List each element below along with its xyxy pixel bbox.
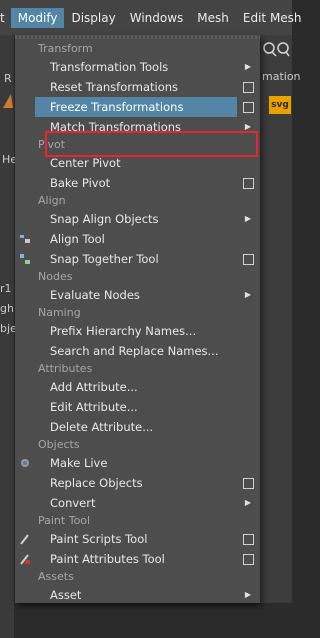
tear-off-handle[interactable] [15,35,260,39]
menu-item-match-transformations[interactable]: Match Transformations ▶ [15,117,260,137]
menu-item-add-attribute[interactable]: Add Attribute... [15,377,260,397]
menu-item-freeze-transformations[interactable]: Freeze Transformations [35,97,254,117]
menu-item-label: Reset Transformations [50,80,179,94]
option-box-icon[interactable] [243,534,254,545]
make-live-icon [21,459,29,467]
menu-item-search-replace-names[interactable]: Search and Replace Names... [15,341,260,361]
menu-item-convert[interactable]: Convert ▶ [15,493,260,513]
section-transform: Transform [38,42,93,55]
option-box-icon[interactable] [243,554,254,565]
menu-item-center-pivot[interactable]: Center Pivot [15,153,260,173]
submenu-arrow-icon: ▶ [244,122,251,131]
menu-item-label: Delete Attribute... [50,420,154,434]
section-attributes: Attributes [38,362,93,375]
option-box-icon[interactable] [243,478,254,489]
svg-shelf-button[interactable]: svg [269,96,291,114]
menu-item-label: Make Live [50,456,108,470]
section-pivot: Pivot [38,138,66,151]
option-box-icon[interactable] [243,254,254,265]
menu-item-label: Freeze Transformations [50,100,184,114]
right-panel [260,35,292,603]
shelf-cone-icon [3,94,13,108]
menu-item-label: Replace Objects [50,476,143,490]
option-box-icon[interactable] [243,178,254,189]
menu-item-label: Snap Align Objects [50,212,159,226]
snap-together-icon [20,254,30,264]
section-align: Align [38,194,66,207]
menu-item-label: Paint Scripts Tool [50,532,148,546]
submenu-arrow-icon: ▶ [244,214,251,223]
menu-item-label: Prefix Hierarchy Names... [50,324,197,338]
menu-item-make-live[interactable]: Make Live [15,453,260,473]
menu-item-label: Transformation Tools [50,60,169,74]
align-tool-icon [20,235,30,243]
menu-item-asset[interactable]: Asset ▶ [15,585,260,605]
menu-t[interactable]: t [0,8,11,28]
option-box-icon[interactable] [243,82,254,93]
option-box-icon[interactable] [243,102,254,113]
menu-item-label: Evaluate Nodes [50,288,140,302]
menu-item-label: Paint Attributes Tool [50,552,165,566]
section-assets: Assets [38,570,74,583]
brush-icon [20,534,29,545]
menu-item-label: Align Tool [50,232,105,246]
menu-windows[interactable]: Windows [123,8,191,28]
bg-outliner-char-1: r1 [0,282,12,295]
menu-item-edit-attribute[interactable]: Edit Attribute... [15,397,260,417]
menu-item-paint-attributes-tool[interactable]: Paint Attributes Tool [15,549,260,569]
bg-right-label: mation [262,70,301,83]
modify-dropdown-menu: Transform Transformation Tools ▶ Reset T… [15,35,260,603]
section-paint-tool: Paint Tool [38,514,91,527]
menu-item-evaluate-nodes[interactable]: Evaluate Nodes ▶ [15,285,260,305]
menu-display[interactable]: Display [64,8,122,28]
paint-attributes-icon [20,554,30,565]
left-panel [0,35,14,638]
lasso-icons[interactable] [262,40,290,58]
menu-item-snap-align-objects[interactable]: Snap Align Objects ▶ [15,209,260,229]
menu-item-label: Convert [50,496,96,510]
bg-outliner-char-2: gh [0,302,14,315]
menu-item-label: Asset [50,588,82,602]
submenu-arrow-icon: ▶ [244,498,251,507]
menu-item-label: Edit Attribute... [50,400,138,414]
submenu-arrow-icon: ▶ [244,590,251,599]
menu-item-align-tool[interactable]: Align Tool [15,229,260,249]
menu-modify[interactable]: Modify [10,8,65,28]
submenu-arrow-icon: ▶ [244,290,251,299]
submenu-arrow-icon: ▶ [244,62,251,71]
menu-item-bake-pivot[interactable]: Bake Pivot [15,173,260,193]
menu-item-label: Match Transformations [50,120,182,134]
menu-mesh[interactable]: Mesh [190,8,236,28]
menu-item-label: Bake Pivot [50,176,111,190]
menu-item-reset-transformations[interactable]: Reset Transformations [15,77,260,97]
menu-item-snap-together-tool[interactable]: Snap Together Tool [15,249,260,269]
menu-edit-mesh[interactable]: Edit Mesh [236,8,309,28]
menu-item-replace-objects[interactable]: Replace Objects [15,473,260,493]
menu-item-paint-scripts-tool[interactable]: Paint Scripts Tool [15,529,260,549]
section-nodes: Nodes [38,270,73,283]
menu-item-transformation-tools[interactable]: Transformation Tools ▶ [15,57,260,77]
menu-item-label: Add Attribute... [50,380,138,394]
menu-item-label: Snap Together Tool [50,252,159,266]
section-naming: Naming [38,306,81,319]
bg-shelf-char: R [4,72,12,85]
menu-item-label: Center Pivot [50,156,121,170]
menu-item-prefix-hierarchy-names[interactable]: Prefix Hierarchy Names... [15,321,260,341]
menu-item-delete-attribute[interactable]: Delete Attribute... [15,417,260,437]
section-objects: Objects [38,438,80,451]
menu-bar: t Modify Display Windows Mesh Edit Mesh [0,0,302,35]
menu-item-label: Search and Replace Names... [50,344,219,358]
